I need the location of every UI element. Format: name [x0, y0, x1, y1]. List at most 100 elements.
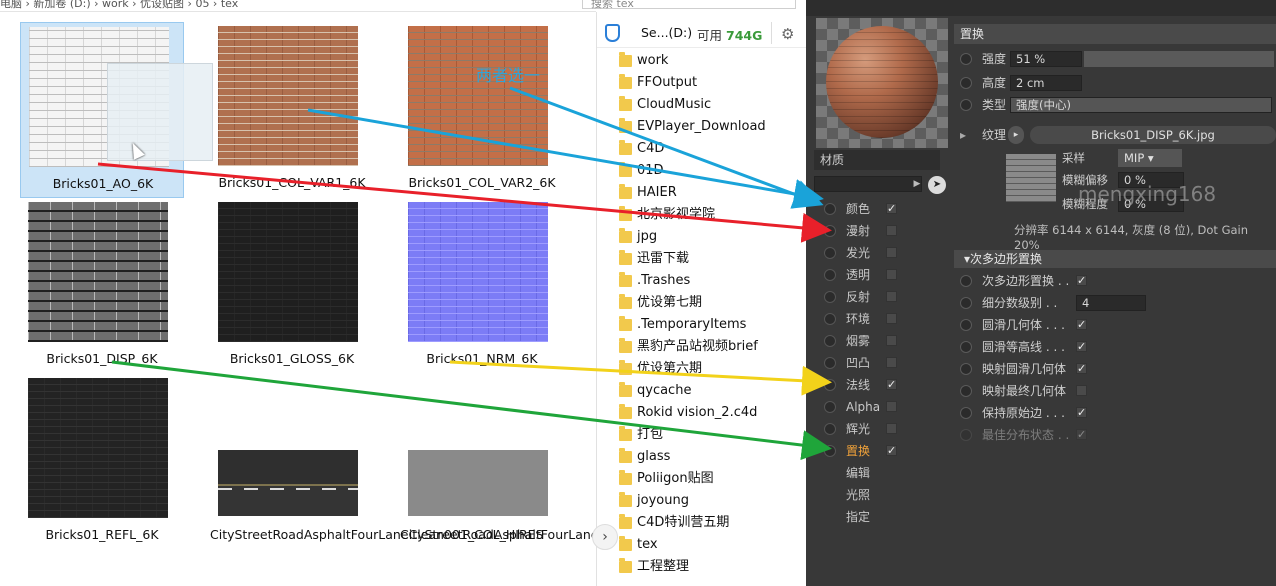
channel-radio[interactable] [824, 313, 836, 325]
channel-radio[interactable] [824, 401, 836, 413]
folder-item[interactable]: C4D [619, 138, 807, 160]
search-box[interactable]: 搜索 tex [582, 0, 796, 10]
animate-radio[interactable] [960, 407, 972, 419]
animate-radio[interactable] [960, 429, 972, 441]
folder-item[interactable]: 打包 [619, 424, 807, 446]
channel-checkbox[interactable] [886, 335, 897, 346]
texture-menu-icon[interactable]: ▸ [1008, 126, 1024, 144]
channel-checkbox[interactable] [886, 313, 897, 324]
animate-radio[interactable] [960, 275, 972, 287]
material-preview[interactable] [816, 18, 948, 148]
file-item-ao[interactable]: Bricks01_AO_6K [20, 22, 213, 198]
folder-item[interactable]: HAIER [619, 182, 807, 204]
channel-radio[interactable] [824, 225, 836, 237]
material-name-field[interactable] [814, 176, 922, 192]
channel-radio[interactable] [824, 445, 836, 457]
folder-item[interactable]: EVPlayer_Download [619, 116, 807, 138]
subdivision-checkbox[interactable]: ✓ [1076, 275, 1087, 286]
channel-radio[interactable] [824, 291, 836, 303]
channel-radio[interactable] [824, 379, 836, 391]
cursor-pick-icon[interactable]: ➤ [928, 176, 946, 194]
folder-item[interactable]: glass [619, 446, 807, 468]
folder-item[interactable]: 01D [619, 160, 807, 182]
folder-item[interactable]: C4D特训营五期 [619, 512, 807, 534]
channel-radio[interactable] [824, 335, 836, 347]
subdivision-checkbox[interactable] [1076, 385, 1087, 396]
channel-checkbox[interactable] [886, 269, 897, 280]
channel-item[interactable]: 环境 [820, 308, 946, 330]
channel-extra-item[interactable]: 指定 [820, 506, 946, 528]
animate-radio[interactable] [960, 297, 972, 309]
channel-checkbox[interactable]: ✓ [886, 203, 897, 214]
file-item-gloss[interactable]: Bricks01_GLOSS_6K [210, 198, 374, 374]
folder-item[interactable]: 黑豹产品站视频brief [619, 336, 807, 358]
folder-item[interactable]: work [619, 50, 807, 72]
file-item-col-var2[interactable]: Bricks01_COL_VAR2_6K [400, 22, 564, 198]
subdivision-checkbox[interactable]: ✓ [1076, 429, 1087, 440]
channel-item[interactable]: 漫射 [820, 220, 946, 242]
channel-checkbox[interactable] [886, 423, 897, 434]
animate-radio[interactable] [960, 99, 972, 111]
channel-radio[interactable] [824, 269, 836, 281]
channel-item[interactable]: 颜色 ✓ [820, 198, 946, 220]
address-bar[interactable]: 电脑 › 新加卷 (D:) › work › 优设贴图 › 05 › tex [0, 0, 596, 12]
channel-extra-item[interactable]: 编辑 [820, 462, 946, 484]
chevron-right-icon[interactable]: › [592, 524, 618, 550]
subdivision-level-input[interactable]: 4 [1076, 295, 1146, 311]
subdivision-section-title[interactable]: ▾次多边形置换 [954, 250, 1276, 268]
channel-item[interactable]: 辉光 [820, 418, 946, 440]
channel-radio[interactable] [824, 247, 836, 259]
animate-radio[interactable] [960, 341, 972, 353]
file-item-col-var1[interactable]: Bricks01_COL_VAR1_6K [210, 22, 374, 198]
channel-item[interactable]: 烟雾 [820, 330, 946, 352]
animate-radio[interactable] [960, 53, 972, 65]
file-item-refl[interactable]: Bricks01_REFL_6K [20, 374, 184, 550]
strength-input[interactable]: 51 % [1010, 51, 1082, 67]
channel-item[interactable]: 凹凸 [820, 352, 946, 374]
height-input[interactable]: 2 cm [1010, 75, 1082, 91]
folder-item[interactable]: 北京影视学院 [619, 204, 807, 226]
channel-checkbox[interactable] [886, 247, 897, 258]
folder-item[interactable]: .Trashes [619, 270, 807, 292]
arrow-right-icon[interactable]: ▶ [912, 176, 922, 192]
breadcrumb[interactable]: 电脑 › 新加卷 (D:) › work › 优设贴图 › 05 › tex [0, 0, 238, 11]
file-item-disp[interactable]: Bricks01_DISP_6K [20, 198, 184, 374]
gear-icon[interactable]: ⚙ [781, 25, 794, 43]
folder-item[interactable]: joyoung [619, 490, 807, 512]
channel-checkbox[interactable]: ✓ [886, 379, 897, 390]
channel-item[interactable]: 置换 ✓ [820, 440, 946, 462]
folder-item[interactable]: jpg [619, 226, 807, 248]
subdivision-checkbox[interactable]: ✓ [1076, 407, 1087, 418]
folder-item[interactable]: tex [619, 534, 807, 556]
channel-checkbox[interactable] [886, 401, 897, 412]
folder-item[interactable]: Poliigon贴图 [619, 468, 807, 490]
file-item-nrm[interactable]: Bricks01_NRM_6K [400, 198, 564, 374]
drive-header[interactable]: Se...(D:) 可用 744G ⚙ [597, 18, 807, 48]
file-item-asphalt-col[interactable]: CityStreetRoadAsphaltFourLaneClean001_CO… [210, 374, 543, 584]
channel-radio[interactable] [824, 203, 836, 215]
animate-radio[interactable] [960, 363, 972, 375]
channel-checkbox[interactable]: ✓ [886, 445, 897, 456]
folder-item[interactable]: 优设第七期 [619, 292, 807, 314]
subdivision-checkbox[interactable]: ✓ [1076, 319, 1087, 330]
animate-radio[interactable] [960, 319, 972, 331]
folder-item[interactable]: FFOutput [619, 72, 807, 94]
channel-item[interactable]: 发光 [820, 242, 946, 264]
folder-item[interactable]: .TemporaryItems [619, 314, 807, 336]
channel-radio[interactable] [824, 357, 836, 369]
subdivision-checkbox[interactable]: ✓ [1076, 341, 1087, 352]
texture-file-button[interactable]: Bricks01_DISP_6K.jpg [1030, 126, 1276, 144]
folder-item[interactable]: 优设第六期 [619, 358, 807, 380]
channel-checkbox[interactable] [886, 291, 897, 302]
channel-radio[interactable] [824, 423, 836, 435]
channel-extra-item[interactable]: 光照 [820, 484, 946, 506]
strength-slider[interactable] [1084, 51, 1274, 67]
channel-item[interactable]: Alpha [820, 396, 946, 418]
folder-item[interactable]: 迅雷下载 [619, 248, 807, 270]
animate-radio[interactable] [960, 385, 972, 397]
channel-item[interactable]: 透明 [820, 264, 946, 286]
channel-checkbox[interactable] [886, 357, 897, 368]
folder-item[interactable]: 工程整理 [619, 556, 807, 578]
channel-item[interactable]: 反射 [820, 286, 946, 308]
file-item-asphalt-disp[interactable]: CityStreetRoadAsphaltFourLaneClean001_DI… [400, 374, 753, 584]
